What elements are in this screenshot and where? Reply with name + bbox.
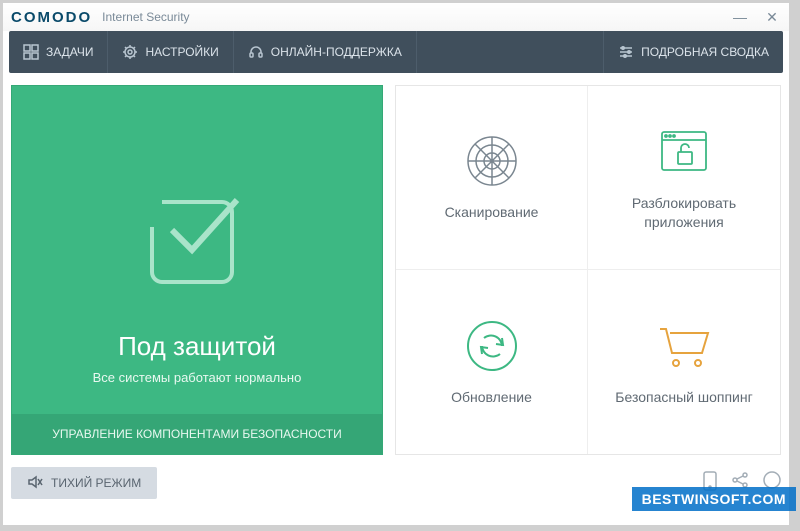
refresh-icon [464, 318, 520, 374]
sliders-icon [618, 44, 634, 60]
watermark: BESTWINSOFT.COM [632, 487, 796, 511]
content-area: Под защитой Все системы работают нормаль… [3, 73, 789, 463]
radar-icon [464, 133, 520, 189]
status-card: Под защитой Все системы работают нормаль… [11, 85, 383, 455]
tasks-icon [23, 44, 39, 60]
toolbar: ЗАДАЧИ НАСТРОЙКИ ОНЛАЙН-ПОДДЕРЖКА ПОДРОБ… [9, 31, 783, 73]
toolbar-settings-label: НАСТРОЙКИ [145, 45, 218, 59]
toolbar-summary-label: ПОДРОБНАЯ СВОДКА [641, 45, 769, 59]
tiles-grid: Сканирование Разблокировать приложения [395, 85, 781, 455]
product-name: Internet Security [102, 10, 189, 24]
tile-scan-label: Сканирование [445, 203, 539, 221]
toolbar-tasks-label: ЗАДАЧИ [46, 45, 93, 59]
tile-unblock[interactable]: Разблокировать приложения [588, 86, 780, 270]
titlebar: COMODO Internet Security — ✕ [3, 3, 789, 31]
toolbar-tasks[interactable]: ЗАДАЧИ [9, 31, 108, 73]
tile-unblock-label: Разблокировать приложения [596, 194, 772, 230]
gear-icon [122, 44, 138, 60]
toolbar-settings[interactable]: НАСТРОЙКИ [108, 31, 233, 73]
toolbar-support-label: ОНЛАЙН-ПОДДЕРЖКА [271, 45, 402, 59]
toolbar-summary[interactable]: ПОДРОБНАЯ СВОДКА [603, 31, 783, 73]
app-window: COMODO Internet Security — ✕ ЗАДАЧИ НАСТ… [3, 3, 789, 525]
tile-shopping-label: Безопасный шоппинг [615, 388, 752, 406]
mute-icon [27, 474, 43, 493]
tile-shopping[interactable]: Безопасный шоппинг [588, 270, 780, 454]
manage-security-button[interactable]: УПРАВЛЕНИЕ КОМПОНЕНТАМИ БЕЗОПАСНОСТИ [12, 414, 382, 454]
toolbar-support[interactable]: ОНЛАЙН-ПОДДЕРЖКА [234, 31, 417, 73]
status-subtitle: Все системы работают нормально [93, 370, 302, 385]
headset-icon [248, 44, 264, 60]
unlock-window-icon [656, 124, 712, 180]
tile-update[interactable]: Обновление [396, 270, 588, 454]
minimize-button[interactable]: — [731, 8, 749, 26]
window-controls: — ✕ [731, 8, 781, 26]
app-logo: COMODO [11, 9, 92, 26]
status-title: Под защитой [118, 331, 276, 362]
tile-scan[interactable]: Сканирование [396, 86, 588, 270]
checkmark-icon [142, 182, 252, 297]
silent-mode-button[interactable]: ТИХИЙ РЕЖИМ [11, 467, 157, 499]
manage-security-label: УПРАВЛЕНИЕ КОМПОНЕНТАМИ БЕЗОПАСНОСТИ [52, 427, 342, 441]
cart-icon [656, 318, 712, 374]
silent-mode-label: ТИХИЙ РЕЖИМ [51, 476, 141, 490]
tile-update-label: Обновление [451, 388, 532, 406]
close-button[interactable]: ✕ [763, 8, 781, 26]
